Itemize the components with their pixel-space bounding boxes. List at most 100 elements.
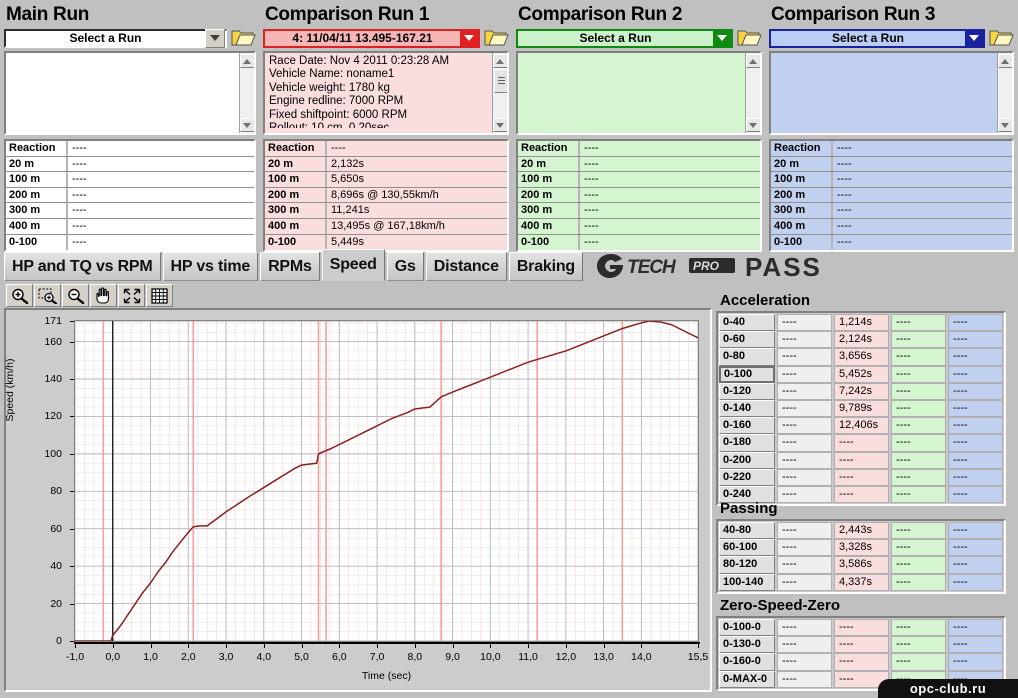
tab-hp-and-tq-vs-rpm[interactable]: HP and TQ vs RPM (4, 252, 161, 281)
main-run-info-scrollbar[interactable] (239, 53, 254, 133)
scroll-up-icon[interactable] (997, 54, 1012, 68)
zoom-out-icon[interactable] (62, 284, 89, 307)
fit-expand-icon[interactable] (118, 284, 145, 307)
scroll-down-icon[interactable] (997, 118, 1012, 132)
table-row[interactable]: 80-120 ---- 3,586s ---- ---- (719, 556, 1003, 574)
table-row[interactable]: 0-140 ---- 9,789s ---- ---- (719, 399, 1003, 418)
scroll-down-icon[interactable] (745, 118, 760, 132)
pan-hand-icon[interactable] (90, 284, 117, 307)
open-folder-icon-comparison-3[interactable] (988, 28, 1014, 48)
table-row[interactable]: 200 m 8,696s @ 130,55km/h (265, 187, 507, 204)
comparison-2-select-dropdown[interactable]: Select a Run (516, 28, 733, 48)
table-row[interactable]: 0-60 ---- 2,124s ---- ---- (719, 331, 1003, 349)
table-row[interactable]: 0-100 ---- (6, 234, 254, 251)
table-row[interactable]: 20 m ---- (6, 156, 254, 173)
table-row[interactable]: 200 m ---- (518, 187, 760, 204)
stat-row-label[interactable]: 0-140 (719, 399, 775, 418)
table-row[interactable]: 400 m ---- (771, 218, 1012, 235)
scroll-up-icon[interactable] (239, 54, 254, 68)
table-row[interactable]: 100 m ---- (6, 172, 254, 188)
comparison-1-select-dropdown[interactable]: 4: 11/04/11 13.495-167.21 (263, 28, 480, 48)
grid-icon[interactable] (146, 284, 173, 307)
stat-row-label[interactable]: 0-80 (719, 348, 775, 366)
table-row[interactable]: 100 m ---- (518, 172, 760, 188)
scrollbar-thumb[interactable] (494, 69, 507, 93)
stat-row-label[interactable]: 0-160-0 (719, 653, 775, 671)
table-row[interactable]: 0-120 ---- 7,242s ---- ---- (719, 382, 1003, 400)
table-row[interactable]: 20 m 2,132s (265, 156, 507, 173)
table-row[interactable]: 60-100 ---- 3,328s ---- ---- (719, 539, 1003, 557)
plot-area[interactable] (74, 320, 699, 642)
table-row[interactable]: 300 m ---- (6, 203, 254, 219)
open-folder-icon-comparison-2[interactable] (736, 28, 762, 48)
table-row[interactable]: 400 m ---- (518, 218, 760, 235)
table-row[interactable]: 0-40 ---- 1,214s ---- ---- (719, 314, 1003, 332)
stat-row-label[interactable]: 0-120 (719, 382, 775, 400)
zoom-box-icon[interactable] (34, 284, 61, 307)
table-row[interactable]: 0-200 ---- ---- ---- ---- (719, 451, 1003, 469)
table-row[interactable]: 200 m ---- (6, 187, 254, 204)
table-row[interactable]: 0-80 ---- 3,656s ---- ---- (719, 348, 1003, 366)
table-row[interactable]: 0-160 ---- 12,406s ---- ---- (719, 417, 1003, 435)
table-row[interactable]: Reaction ---- (6, 141, 254, 157)
chevron-down-icon[interactable] (205, 28, 225, 48)
table-row[interactable]: 0-100 ---- 5,452s ---- ---- (719, 365, 1003, 383)
stat-row-label[interactable]: 0-60 (719, 331, 775, 349)
table-row[interactable]: 20 m ---- (518, 156, 760, 173)
table-row[interactable]: 0-100 5,449s (265, 234, 507, 251)
stat-row-label[interactable]: 0-220 (719, 468, 775, 486)
chevron-down-icon[interactable] (713, 29, 731, 47)
table-row[interactable]: 400 m 13,495s @ 167,18km/h (265, 218, 507, 235)
scroll-down-icon[interactable] (239, 118, 254, 132)
table-row[interactable]: 0-160-0 ---- ---- ---- ---- (719, 653, 1003, 671)
comparison-3-select-dropdown[interactable]: Select a Run (769, 28, 985, 48)
stat-row-label[interactable]: 60-100 (719, 539, 775, 557)
chevron-down-icon[interactable] (965, 29, 983, 47)
table-row[interactable]: 300 m ---- (771, 203, 1012, 219)
table-row[interactable]: 0-100 ---- (771, 234, 1012, 251)
table-row[interactable]: 0-130-0 ---- ---- ---- ---- (719, 636, 1003, 654)
table-row[interactable]: 100 m ---- (771, 172, 1012, 188)
table-row[interactable]: 300 m ---- (518, 203, 760, 219)
tab-distance[interactable]: Distance (425, 252, 507, 281)
stat-row-label[interactable]: 100-140 (719, 573, 775, 591)
stat-row-label[interactable]: 0-160 (719, 417, 775, 435)
tab-hp-vs-time[interactable]: HP vs time (162, 252, 259, 281)
table-row[interactable]: 40-80 ---- 2,443s ---- ---- (719, 522, 1003, 540)
open-folder-icon-main[interactable] (230, 28, 256, 48)
stat-row-label[interactable]: 0-100 (719, 365, 775, 383)
stat-row-label[interactable]: 80-120 (719, 556, 775, 574)
scroll-down-icon[interactable] (492, 118, 507, 132)
comparison-1-info-scrollbar[interactable] (492, 53, 507, 133)
table-row[interactable]: Reaction ---- (771, 141, 1012, 157)
scroll-up-icon[interactable] (745, 54, 760, 68)
table-row[interactable]: 200 m ---- (771, 187, 1012, 204)
table-row[interactable]: 0-220 ---- ---- ---- ---- (719, 468, 1003, 486)
open-folder-icon-comparison-1[interactable] (483, 28, 509, 48)
chevron-down-icon[interactable] (460, 29, 478, 47)
table-row[interactable]: 0-100 ---- (518, 234, 760, 251)
stat-row-label[interactable]: 0-MAX-0 (719, 670, 775, 688)
main-run-select-dropdown[interactable]: Select a Run (4, 28, 227, 48)
tab-braking[interactable]: Braking (508, 252, 583, 281)
tab-speed[interactable]: Speed (321, 249, 385, 281)
comparison-2-info-scrollbar[interactable] (745, 53, 760, 133)
comparison-3-info-scrollbar[interactable] (997, 53, 1012, 133)
stat-row-label[interactable]: 0-200 (719, 451, 775, 469)
tab-rpms[interactable]: RPMs (260, 252, 320, 281)
scroll-up-icon[interactable] (492, 54, 507, 68)
stat-row-label[interactable]: 0-40 (719, 314, 775, 332)
table-row[interactable]: 100-140 ---- 4,337s ---- ---- (719, 573, 1003, 591)
table-row[interactable]: 0-180 ---- ---- ---- ---- (719, 434, 1003, 452)
table-row[interactable]: 400 m ---- (6, 218, 254, 235)
tab-gs[interactable]: Gs (386, 252, 424, 281)
table-row[interactable]: Reaction ---- (265, 141, 507, 157)
table-row[interactable]: 100 m 5,650s (265, 172, 507, 188)
stat-row-label[interactable]: 0-180 (719, 434, 775, 452)
stat-row-label[interactable]: 0-100-0 (719, 619, 775, 637)
table-row[interactable]: Reaction ---- (518, 141, 760, 157)
table-row[interactable]: 0-100-0 ---- ---- ---- ---- (719, 619, 1003, 637)
table-row[interactable]: 300 m 11,241s (265, 203, 507, 219)
table-row[interactable]: 20 m ---- (771, 156, 1012, 173)
stat-row-label[interactable]: 0-130-0 (719, 636, 775, 654)
